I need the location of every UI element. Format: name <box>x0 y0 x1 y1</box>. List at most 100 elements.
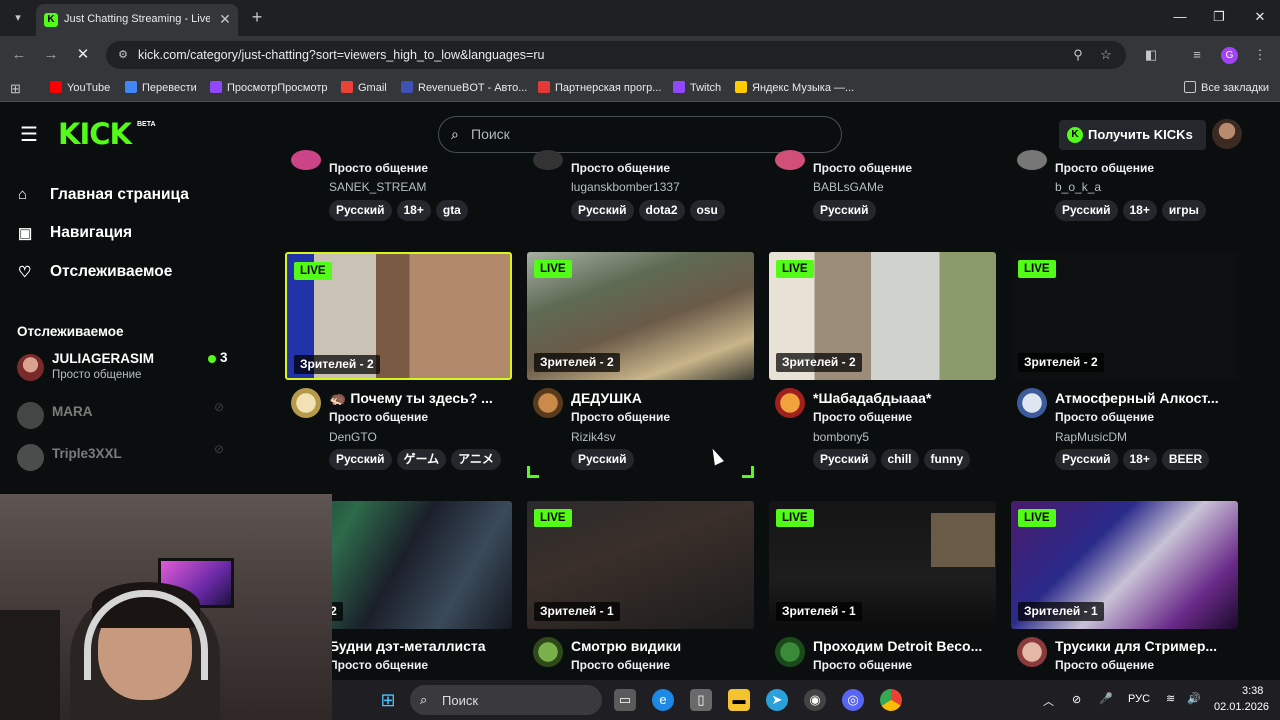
tag[interactable]: 18+ <box>1122 449 1157 470</box>
get-kicks-button[interactable]: K Получить KICKs <box>1059 120 1206 150</box>
avatar[interactable] <box>775 637 805 667</box>
media-control-icon[interactable]: ≡ <box>1189 47 1205 63</box>
close-tab-icon[interactable]: ✕ <box>216 10 234 28</box>
streamer-name[interactable]: bombony5 <box>813 430 869 444</box>
stream-title[interactable]: 🦔 Почему ты здесь? ... <box>329 390 507 407</box>
zoom-icon[interactable]: ⚲ <box>1070 47 1086 63</box>
bookmark-item[interactable]: YouTube <box>50 81 110 94</box>
task-view-icon[interactable]: ▭ <box>614 689 636 711</box>
user-avatar[interactable] <box>1212 119 1242 149</box>
wifi-icon[interactable]: ≋ <box>1166 692 1175 705</box>
stream-title[interactable]: Смотрю видики <box>571 638 749 654</box>
streamer-name[interactable]: SANEK_STREAM <box>329 180 426 194</box>
tag[interactable]: Русский <box>813 200 876 221</box>
stream-thumbnail[interactable]: LIVE Зрителей - 1 <box>527 501 754 629</box>
telegram-icon[interactable]: ➤ <box>766 689 788 711</box>
stream-thumbnail[interactable]: LIVE Зрителей - 1 <box>1011 501 1238 629</box>
bookmark-item[interactable]: Twitch <box>673 81 721 94</box>
tag[interactable]: chill <box>880 449 919 470</box>
bookmark-item[interactable]: Gmail <box>341 81 387 94</box>
tag[interactable]: Русский <box>329 449 392 470</box>
stream-thumbnail[interactable]: LIVE Зрителей - 1 <box>769 501 996 629</box>
avatar[interactable] <box>1017 637 1047 667</box>
avatar[interactable] <box>775 388 805 418</box>
avatar[interactable] <box>533 388 563 418</box>
volume-icon[interactable]: 🔊 <box>1187 692 1201 705</box>
tag[interactable]: Русский <box>813 449 876 470</box>
back-icon[interactable]: ← <box>8 44 30 66</box>
stream-thumbnail[interactable]: LIVE Зрителей - 2 <box>769 252 996 380</box>
close-window-icon[interactable]: ✕ <box>1245 6 1275 28</box>
tag[interactable]: игры <box>1161 200 1206 221</box>
discord-icon[interactable]: ◎ <box>842 689 864 711</box>
language-indicator[interactable]: РУС <box>1128 693 1150 705</box>
following-item-triple3xxl[interactable]: Triple3XXL ⊘ <box>17 440 232 476</box>
tag[interactable]: Русский <box>329 200 392 221</box>
tag[interactable]: Русский <box>1055 200 1118 221</box>
site-info-icon[interactable]: ⚙ <box>116 48 130 62</box>
tag[interactable]: アニメ <box>451 449 501 470</box>
stream-category[interactable]: Просто общение <box>571 161 670 175</box>
tag[interactable]: funny <box>923 449 971 470</box>
avatar[interactable] <box>291 388 321 418</box>
avatar[interactable] <box>533 637 563 667</box>
tag[interactable]: 18+ <box>396 200 431 221</box>
all-bookmarks[interactable]: Все закладки <box>1184 81 1269 94</box>
bookmark-item[interactable]: Яндекс Музыка —... <box>735 81 854 94</box>
new-tab-icon[interactable]: + <box>246 6 268 28</box>
stream-title[interactable]: *Шабадабдыааа* <box>813 390 991 406</box>
tag[interactable]: Русский <box>571 449 634 470</box>
stream-title[interactable]: Атмосферный Алкост... <box>1055 390 1233 406</box>
kick-logo[interactable]: KICK <box>58 118 132 150</box>
tag[interactable]: 18+ <box>1122 200 1157 221</box>
microphone-icon[interactable]: 🎤 <box>1099 692 1113 705</box>
hamburger-menu-icon[interactable]: ☰ <box>20 125 38 145</box>
stream-category[interactable]: Просто общение <box>1055 658 1154 672</box>
stream-category[interactable]: Просто общение <box>329 658 428 672</box>
stream-category[interactable]: Просто общение <box>813 658 912 672</box>
clock-date[interactable]: 02.01.2026 <box>1214 701 1269 713</box>
taskbar-search[interactable]: ⌕ Поиск <box>410 685 602 715</box>
menu-icon[interactable]: ⋮ <box>1252 47 1268 63</box>
edge-icon[interactable]: e <box>652 689 674 711</box>
streamer-name[interactable]: BABLsGAMe <box>813 180 884 194</box>
stream-title[interactable]: Будни дэт-металлиста <box>329 638 507 654</box>
tag[interactable]: dota2 <box>638 200 685 221</box>
extensions-icon[interactable]: ◧ <box>1143 47 1159 63</box>
streamer-name[interactable]: b_o_k_a <box>1055 180 1101 194</box>
profile-avatar[interactable]: G <box>1221 47 1238 64</box>
bookmark-item[interactable]: RevenueBOT - Авто... <box>401 81 527 94</box>
tray-chevron-icon[interactable]: ︿ <box>1043 693 1054 709</box>
following-item-mara[interactable]: MARA ⊘ <box>17 398 232 434</box>
address-bar[interactable]: ⚙ kick.com/category/just-chatting?sort=v… <box>106 41 1126 69</box>
bookmark-star-icon[interactable]: ☆ <box>1098 47 1114 63</box>
stream-title[interactable]: ДЕДУШКА <box>571 390 749 406</box>
app-icon[interactable]: ▯ <box>690 689 712 711</box>
tag[interactable]: gta <box>435 200 468 221</box>
network-off-icon[interactable]: ⊘ <box>1072 693 1081 706</box>
app-icon[interactable]: ◉ <box>804 689 826 711</box>
forward-icon[interactable]: → <box>40 44 62 66</box>
browser-tab[interactable]: K Just Chatting Streaming - Live S ✕ <box>36 4 238 36</box>
stream-title[interactable]: Проходим Detroit Beco... <box>813 638 991 654</box>
following-item-juliagerasim[interactable]: JULIAGERASIM Просто общение 3 <box>17 350 232 386</box>
restore-icon[interactable]: ❐ <box>1204 6 1234 28</box>
streamer-name[interactable]: RapMusicDM <box>1055 430 1127 444</box>
minimize-icon[interactable]: — <box>1165 6 1195 28</box>
chrome-icon[interactable] <box>880 689 902 711</box>
streamer-name[interactable]: Rizik4sv <box>571 430 616 444</box>
streamer-name[interactable]: DenGTO <box>329 430 377 444</box>
stream-category[interactable]: Просто общение <box>1055 161 1154 175</box>
tag[interactable]: Русский <box>1055 449 1118 470</box>
avatar[interactable] <box>1017 388 1047 418</box>
stream-category[interactable]: Просто общение <box>813 410 912 424</box>
bookmark-item[interactable]: Перевести <box>125 81 197 94</box>
bookmark-item[interactable]: Партнерская прогр... <box>538 81 661 94</box>
windows-start-icon[interactable]: ⊞ <box>377 689 399 711</box>
tag[interactable]: BEER <box>1161 449 1210 470</box>
stream-thumbnail[interactable]: LIVE Зрителей - 2 <box>1011 252 1238 380</box>
stream-thumbnail[interactable]: LIVE Зрителей - 2 <box>285 252 512 380</box>
clock-time[interactable]: 3:38 <box>1242 685 1263 697</box>
file-explorer-icon[interactable]: ▬ <box>728 689 750 711</box>
stream-category[interactable]: Просто общение <box>329 161 428 175</box>
